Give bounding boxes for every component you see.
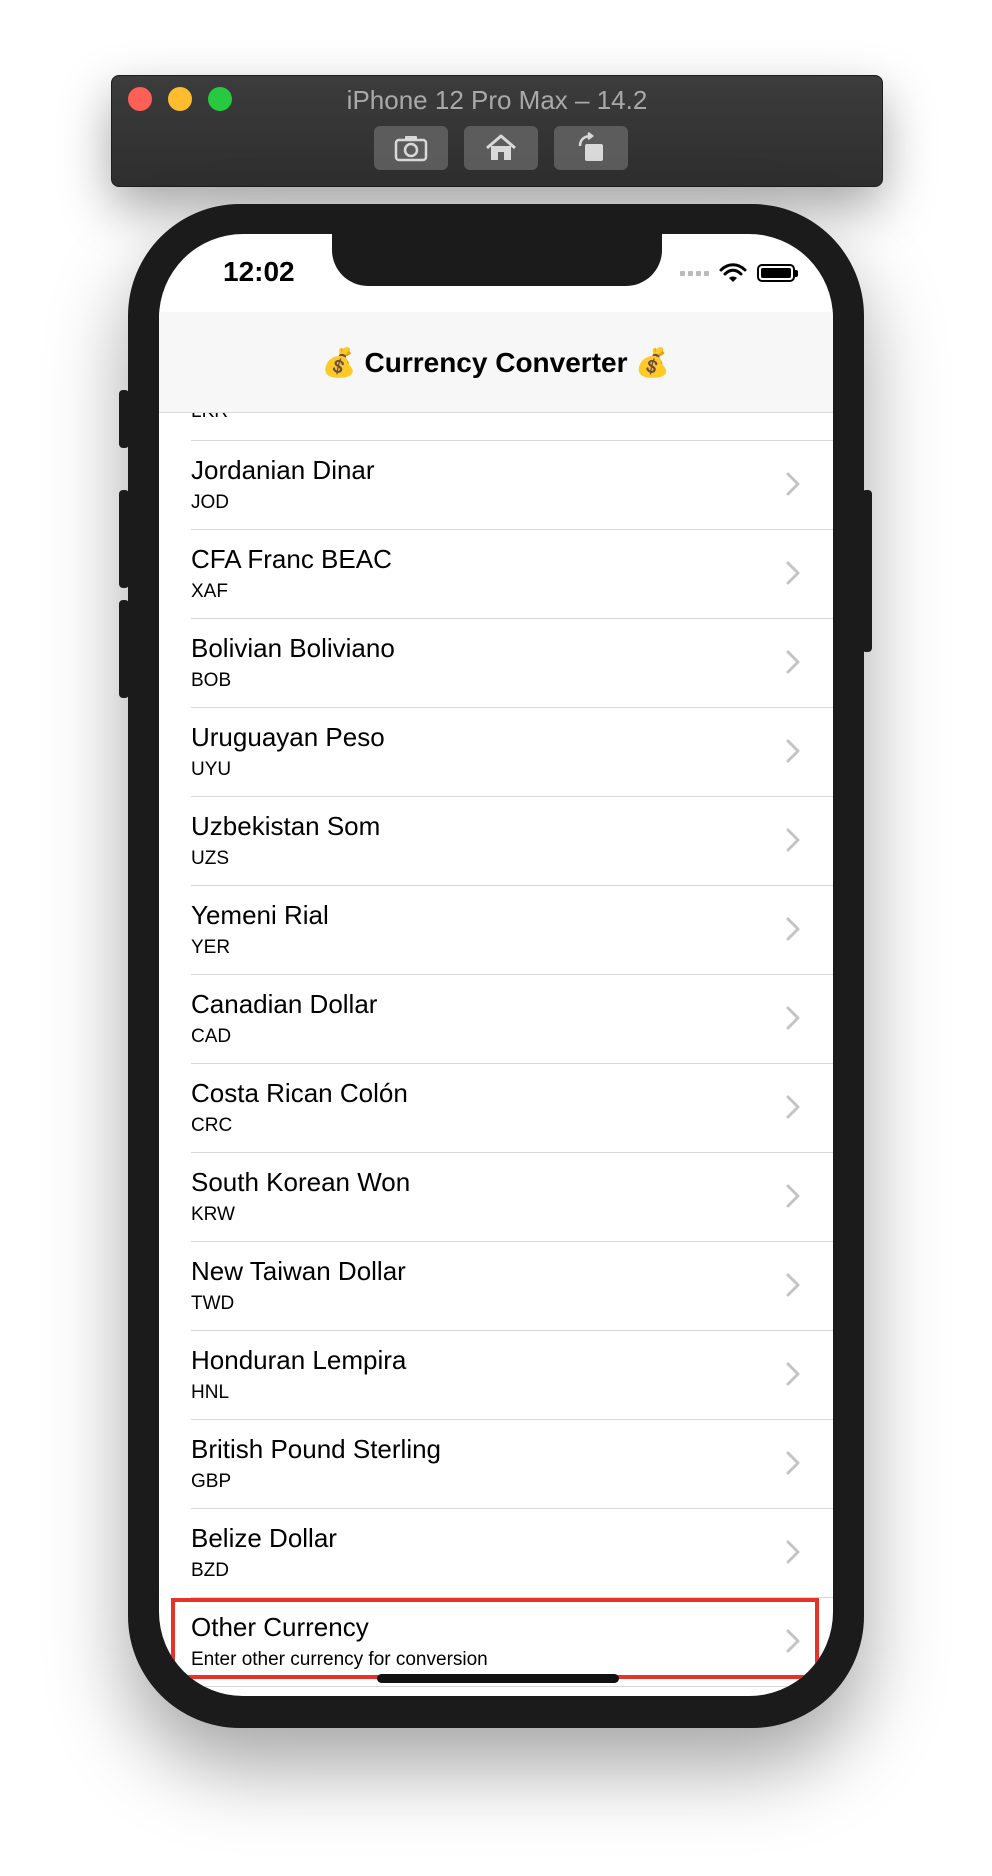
currency-code: KRW: [191, 1204, 235, 1225]
list-item[interactable]: Honduran Lempira HNL: [191, 1331, 833, 1420]
simulator-title: iPhone 12 Pro Max – 14.2: [346, 85, 648, 115]
currency-name: Uzbekistan Som: [191, 811, 381, 841]
list-item[interactable]: Uruguayan Peso UYU: [191, 708, 833, 797]
currency-name: South Korean Won: [191, 1167, 411, 1197]
currency-list[interactable]: LKR Jordanian Dinar JOD CFA Franc BEAC X…: [159, 413, 833, 1687]
status-time: 12:02: [223, 256, 295, 287]
currency-code: CAD: [191, 1026, 232, 1047]
currency-code: UZS: [191, 848, 229, 869]
list-item[interactable]: LKR: [191, 413, 833, 441]
currency-code: LKR: [191, 413, 228, 423]
currency-code: BZD: [191, 1560, 229, 1581]
chevron-right-icon: [786, 828, 800, 852]
currency-code: JOD: [191, 492, 229, 513]
cellular-signal-icon: [680, 270, 709, 276]
currency-name: Yemeni Rial: [191, 900, 329, 930]
chevron-right-icon: [786, 1629, 800, 1653]
chevron-right-icon: [786, 1540, 800, 1564]
chevron-right-icon: [786, 917, 800, 941]
status-icons: [680, 262, 798, 284]
currency-code: HNL: [191, 1382, 230, 1403]
currency-name: Costa Rican Colón: [191, 1078, 408, 1108]
rotate-button[interactable]: [554, 126, 628, 170]
currency-code: CRC: [191, 1115, 233, 1136]
power-button: [862, 490, 872, 652]
list-item[interactable]: New Taiwan Dollar TWD: [191, 1242, 833, 1331]
currency-name: Jordanian Dinar: [191, 455, 375, 485]
currency-name: Canadian Dollar: [191, 989, 378, 1019]
currency-code: TWD: [191, 1293, 235, 1314]
chevron-right-icon: [786, 1451, 800, 1475]
currency-name: Honduran Lempira: [191, 1345, 407, 1375]
chevron-right-icon: [786, 1184, 800, 1208]
list-item[interactable]: Jordanian Dinar JOD: [191, 441, 833, 530]
chevron-right-icon: [786, 1095, 800, 1119]
volume-down-button: [119, 600, 129, 698]
currency-name: Uruguayan Peso: [191, 722, 385, 752]
home-button[interactable]: [464, 126, 538, 170]
currency-code: XAF: [191, 581, 228, 602]
wifi-icon: [719, 263, 747, 282]
currency-name: New Taiwan Dollar: [191, 1256, 406, 1286]
camera-icon: [394, 136, 428, 162]
list-item[interactable]: Costa Rican Colón CRC: [191, 1064, 833, 1153]
currency-name: Other Currency: [191, 1612, 369, 1642]
currency-code: UYU: [191, 759, 232, 780]
list-item[interactable]: Yemeni Rial YER: [191, 886, 833, 975]
list-item[interactable]: Uzbekistan Som UZS: [191, 797, 833, 886]
currency-subtitle: Enter other currency for conversion: [191, 1649, 488, 1670]
list-item[interactable]: CFA Franc BEAC XAF: [191, 530, 833, 619]
battery-icon: [757, 264, 798, 282]
chevron-right-icon: [786, 1273, 800, 1297]
screenshot-button[interactable]: [374, 126, 448, 170]
navigation-bar: 💰 Currency Converter 💰: [159, 312, 833, 413]
chevron-right-icon: [786, 561, 800, 585]
list-item[interactable]: Bolivian Boliviano BOB: [191, 619, 833, 708]
list-item[interactable]: Canadian Dollar CAD: [191, 975, 833, 1064]
currency-code: GBP: [191, 1471, 232, 1492]
chevron-right-icon: [786, 1362, 800, 1386]
currency-name: Belize Dollar: [191, 1523, 337, 1553]
home-icon: [486, 134, 516, 160]
home-indicator[interactable]: [377, 1674, 619, 1683]
simulator-toolbar: iPhone 12 Pro Max – 14.2: [111, 75, 883, 187]
page-title: 💰 Currency Converter 💰: [321, 346, 671, 378]
chevron-right-icon: [786, 472, 800, 496]
currency-name: Bolivian Boliviano: [191, 633, 395, 663]
currency-code: YER: [191, 937, 231, 958]
list-item[interactable]: British Pound Sterling GBP: [191, 1420, 833, 1509]
notch: [332, 234, 662, 286]
list-item[interactable]: Belize Dollar BZD: [191, 1509, 833, 1598]
mute-switch: [119, 390, 129, 448]
currency-code: BOB: [191, 670, 232, 691]
currency-name: CFA Franc BEAC: [191, 544, 392, 574]
volume-up-button: [119, 490, 129, 588]
chevron-right-icon: [786, 650, 800, 674]
currency-name: British Pound Sterling: [191, 1434, 442, 1464]
rotate-icon: [578, 132, 603, 161]
chevron-right-icon: [786, 739, 800, 763]
list-item[interactable]: South Korean Won KRW: [191, 1153, 833, 1242]
chevron-right-icon: [786, 1006, 800, 1030]
phone-screen: 12:02 💰 Currency Converter 💰 LKR Jordani…: [159, 234, 833, 1696]
